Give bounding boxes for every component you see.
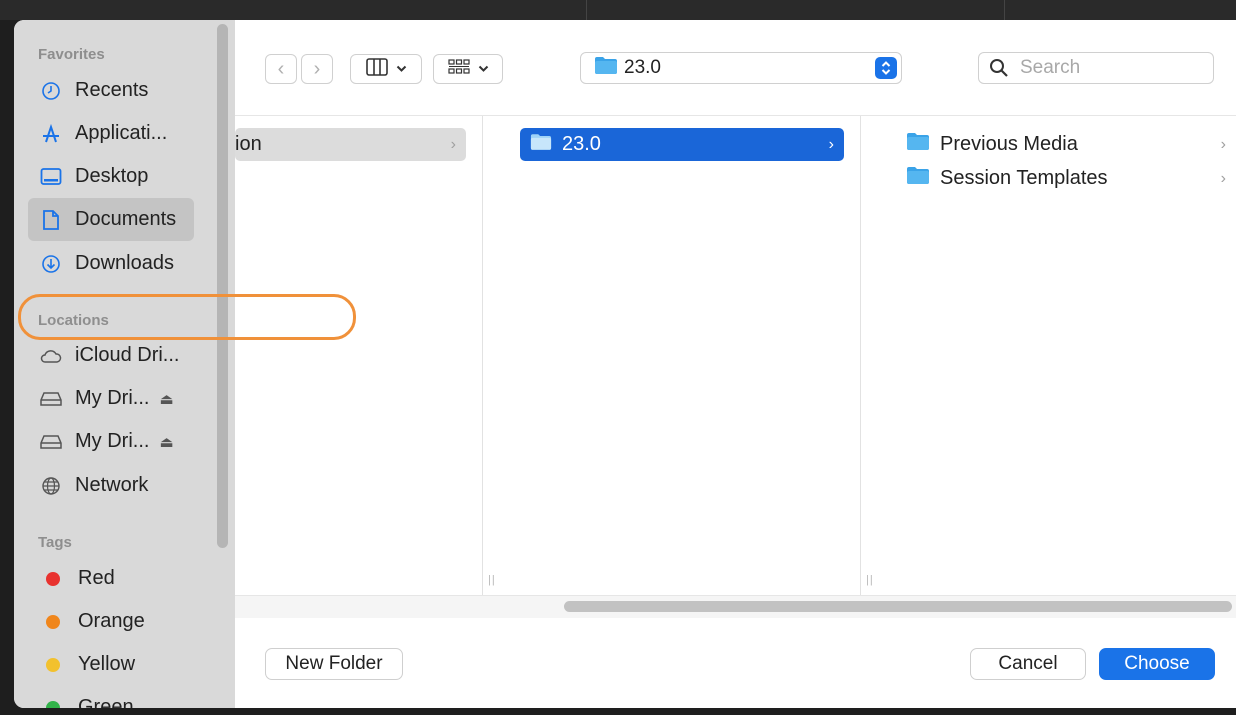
sidebar-item-label: Red [78,567,115,589]
yellow-tag-dot-icon [46,657,60,672]
path-popup-menu[interactable]: 23.0 [580,52,902,84]
sidebar-item-downloads[interactable]: Downloads [28,242,194,285]
green-tag-dot-icon [46,700,60,708]
forward-button[interactable]: › [301,54,333,84]
folder-row-previous-media[interactable]: Previous Media › [906,128,1236,161]
grid-icon [447,58,470,80]
background-divider [586,0,587,20]
column2-selected-row[interactable]: 23.0 › [520,128,844,161]
chevron-right-icon: › [1220,169,1226,187]
background-window [0,0,1236,20]
sidebar: Favorites Recents Applicati... Desktop D… [14,20,235,708]
path-popup-label: 23.0 [624,57,661,78]
dialog-footer: New Folder Cancel Choose [235,618,1236,708]
sidebar-item-tag-green[interactable]: Green [28,686,194,708]
sidebar-item-network[interactable]: Network [28,464,194,507]
column-divider [860,116,861,596]
desktop-icon [40,166,62,188]
eject-icon[interactable]: ⏏ [159,433,173,451]
sidebar-item-label: My Dri... [75,430,150,452]
sidebar-item-tag-orange[interactable]: Orange [28,600,194,643]
sidebar-item-my-drive-2[interactable]: My Dri... ⏏ [28,420,194,463]
chevron-down-icon [478,60,489,78]
eject-icon[interactable]: ⏏ [159,390,173,408]
sidebar-item-my-drive-1[interactable]: My Dri... ⏏ [28,377,194,420]
row-label: ion [235,133,262,155]
drive-icon [40,388,62,410]
new-folder-button[interactable]: New Folder [265,648,403,680]
search-input[interactable] [1018,56,1192,80]
horizontal-scrollbar-thumb[interactable] [564,601,1232,612]
sidebar-item-label: Desktop [75,165,149,187]
sidebar-item-documents[interactable]: Documents [28,198,194,241]
background-divider [1004,0,1005,20]
column-resize-handle[interactable]: || [488,574,496,586]
chevron-down-icon [396,60,407,78]
folder-row-session-templates[interactable]: Session Templates › [906,162,1236,195]
globe-icon [40,475,62,497]
sidebar-item-label: Network [75,474,149,496]
column-divider [482,116,483,596]
sidebar-item-applications[interactable]: Applicati... [28,112,194,155]
column-resize-handle[interactable]: || [866,574,874,586]
applications-icon [40,123,62,145]
red-tag-dot-icon [46,571,60,586]
columns-view-icon [365,57,388,81]
sidebar-item-label: My Dri... [75,387,150,409]
folder-icon [906,166,930,191]
sidebar-item-label: Applicati... [75,122,168,144]
chevron-right-icon: › [1220,135,1226,153]
group-by-button[interactable] [433,54,503,84]
sidebar-item-icloud-drive[interactable]: iCloud Dri... [28,334,194,377]
row-label: 23.0 [562,133,601,155]
choose-button[interactable]: Choose [1099,648,1215,680]
search-field[interactable] [978,52,1214,84]
horizontal-scrollbar[interactable] [235,595,1236,619]
view-mode-button[interactable] [350,54,422,84]
cancel-button[interactable]: Cancel [970,648,1086,680]
navigation-buttons: ‹ › [265,54,337,84]
open-file-dialog: Favorites Recents Applicati... Desktop D… [14,20,1236,708]
back-button[interactable]: ‹ [265,54,297,84]
sidebar-item-label: Recents [75,79,149,101]
toolbar: ‹ › 23.0 Search [235,20,1236,115]
row-label: Session Templates [940,167,1108,189]
row-label: Previous Media [940,133,1078,155]
favorites-section-title: Favorites [38,46,105,63]
column1-selected-row[interactable]: ion › [235,128,466,161]
sidebar-item-recents[interactable]: Recents [28,69,194,112]
chevron-right-icon: › [450,135,456,153]
orange-tag-dot-icon [46,614,60,629]
sidebar-item-label: Orange [78,610,145,632]
folder-icon [530,133,552,157]
up-down-chevron-icon [875,57,897,79]
cloud-icon [40,345,62,367]
sidebar-item-label: Green [78,696,134,708]
sidebar-item-label: iCloud Dri... [75,344,180,366]
column-browser: ion › || 23.0 › || Previous Media › Sess… [235,115,1236,596]
chevron-right-icon: › [828,135,834,153]
sidebar-item-desktop[interactable]: Desktop [28,155,194,198]
sidebar-item-label: Downloads [75,252,174,274]
document-icon [40,209,62,231]
sidebar-scrollbar[interactable] [217,24,228,548]
sidebar-item-tag-red[interactable]: Red [28,557,194,600]
search-icon [989,58,1009,78]
drive-icon [40,431,62,453]
sidebar-item-label: Documents [75,208,177,230]
folder-icon [906,132,930,157]
tags-section-title: Tags [38,534,72,551]
locations-section-title: Locations [38,312,109,329]
clock-icon [40,80,62,102]
sidebar-item-label: Yellow [78,653,136,675]
download-icon [40,253,62,275]
folder-icon [594,56,618,80]
sidebar-item-tag-yellow[interactable]: Yellow [28,643,194,686]
